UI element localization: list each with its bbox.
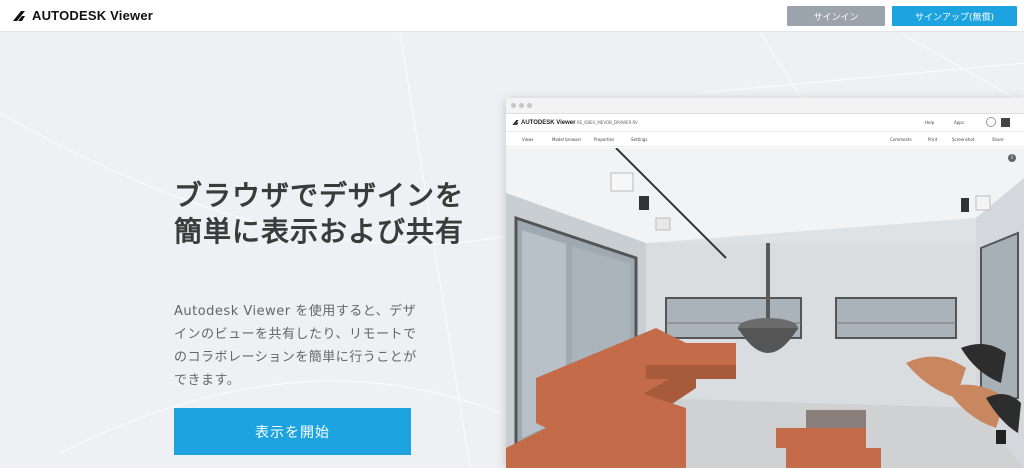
logo-text: AUTODESK Viewer <box>32 8 154 23</box>
preview-header: AUTODESK Viewer › RE_OBEV_MEVOB_DRAWER.R… <box>506 114 1024 132</box>
preview-cube-icon <box>1001 118 1010 127</box>
window-dot <box>511 103 516 108</box>
preview-tool-print: Print <box>928 137 938 142</box>
hero-description: Autodesk Viewer を使用すると、デザインのビューを共有したり、リモ… <box>174 304 417 388</box>
browser-chrome <box>506 98 1024 114</box>
autodesk-logo-icon <box>12 9 26 23</box>
start-viewing-button[interactable]: 表示を開始 <box>174 408 411 455</box>
signup-button[interactable]: サインアップ(無償) <box>892 6 1017 26</box>
window-dot <box>519 103 524 108</box>
info-icon: i <box>1008 154 1016 162</box>
preview-tool-screenshot: Screenshot <box>952 137 975 142</box>
preview-tool-settings: Settings <box>631 137 648 142</box>
3d-interior-render: i <box>506 148 1024 468</box>
preview-tool-model-browser: Model browser <box>552 137 582 142</box>
preview-tool-views: Views <box>522 137 534 142</box>
viewer-preview-window: AUTODESK Viewer › RE_OBEV_MEVOB_DRAWER.R… <box>506 98 1024 468</box>
autodesk-viewer-logo[interactable]: AUTODESK Viewer <box>12 8 153 23</box>
preview-tool-properties: Properties <box>594 137 615 142</box>
window-dot <box>527 103 532 108</box>
preview-logo: AUTODESK Viewer <box>512 119 575 126</box>
preview-avatar-icon <box>986 117 996 127</box>
preview-tool-comments: Comments <box>890 137 912 142</box>
preview-help: Help <box>925 120 935 125</box>
preview-toolbar: Views Model browser Properties Settings … <box>506 132 1024 147</box>
preview-apps: Apps <box>954 120 964 125</box>
top-bar: AUTODESK Viewer サインイン サインアップ(無償) <box>0 0 1024 32</box>
signin-button[interactable]: サインイン <box>787 6 885 26</box>
preview-file-path: › RE_OBEV_MEVOB_DRAWER.RV <box>574 120 638 125</box>
preview-logo-text: AUTODESK Viewer <box>521 119 576 126</box>
interior-scene-image <box>506 148 1024 468</box>
hero-title: ブラウザでデザインを簡単に表示および共有 <box>174 179 465 248</box>
preview-tool-share: Share <box>992 137 1004 142</box>
autodesk-logo-icon <box>512 120 519 125</box>
